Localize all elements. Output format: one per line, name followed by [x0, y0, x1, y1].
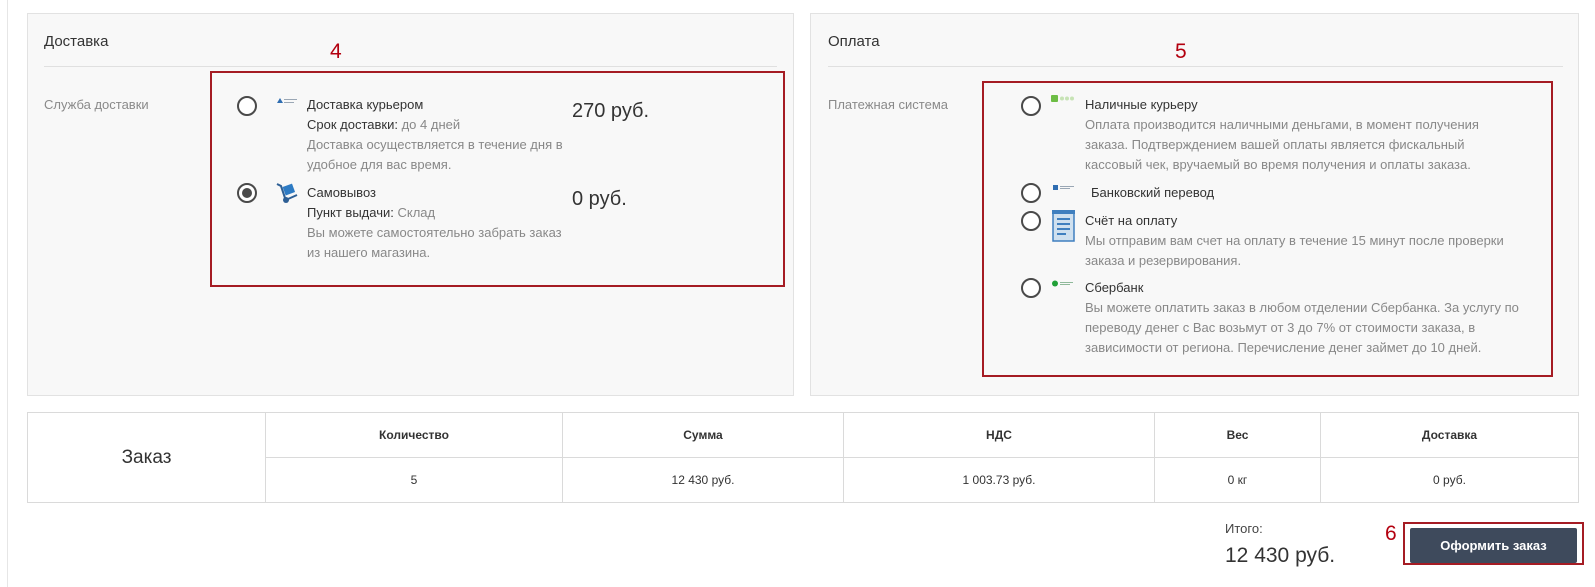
payment-system-label: Платежная система: [828, 97, 948, 112]
checkout-button[interactable]: Оформить заказ: [1410, 528, 1577, 563]
delivery-pickup-term: Пункт выдачи: Склад: [307, 205, 435, 220]
bank-transfer-icon: [1053, 185, 1074, 190]
delivery-pickup-price: 0 руб.: [572, 188, 627, 210]
order-header-vat: НДС: [843, 412, 1155, 458]
order-header-weight: Вес: [1154, 412, 1321, 458]
order-summary-table: Заказ Количество Сумма НДС Вес Доставка …: [27, 412, 1579, 503]
order-value-sum: 12 430 руб.: [562, 457, 844, 503]
delivery-courier-desc-1: Доставка осуществляется в течение дня в: [307, 137, 563, 152]
payment-sberbank-desc-1: Вы можете оплатить заказ в любом отделен…: [1085, 300, 1519, 315]
payment-invoice-desc-2: заказа и резервирования.: [1085, 253, 1242, 268]
order-value-quantity: 5: [265, 457, 563, 503]
payment-invoice-radio[interactable]: [1021, 211, 1041, 231]
payment-sberbank-radio[interactable]: [1021, 278, 1041, 298]
hand-truck-icon: [276, 183, 298, 203]
payment-bank-title: Банковский перевод: [1091, 185, 1215, 200]
delivery-pickup-term-label: Пункт выдачи:: [307, 205, 394, 220]
delivery-pickup-radio[interactable]: [237, 183, 257, 203]
delivery-pickup-term-value: Склад: [397, 205, 436, 220]
delivery-service-label: Служба доставки: [44, 97, 149, 112]
delivery-courier-term-label: Срок доставки:: [307, 117, 398, 132]
delivery-pickup-desc-1: Вы можете самостоятельно забрать заказ: [307, 225, 562, 240]
order-value-vat: 1 003.73 руб.: [843, 457, 1155, 503]
payment-annotation-number: 5: [1175, 40, 1187, 63]
delivery-title: Доставка: [44, 33, 109, 50]
order-header-row: Заказ Количество Сумма НДС Вес Доставка: [27, 412, 1579, 503]
payment-cash-desc-1: Оплата производится наличными деньгами, …: [1085, 117, 1479, 132]
payment-invoice-desc-1: Мы отправим вам счет на оплату в течение…: [1085, 233, 1504, 248]
sberbank-icon: [1052, 280, 1073, 287]
checkout-annotation-number: 6: [1385, 522, 1397, 545]
payment-cash-radio[interactable]: [1021, 96, 1041, 116]
total-value: 12 430 руб.: [1225, 544, 1336, 567]
delivery-courier-title: Доставка курьером: [307, 97, 424, 112]
payment-cash-desc-2: заказа. Подтверждением вашей оплаты явля…: [1085, 137, 1465, 152]
payment-title-separator: [828, 66, 1563, 67]
delivery-pickup-desc-2: из нашего магазина.: [307, 245, 431, 260]
delivery-pickup-title: Самовывоз: [307, 185, 376, 200]
payment-cash-title: Наличные курьеру: [1085, 97, 1198, 112]
payment-title: Оплата: [828, 33, 880, 50]
payment-sberbank-title: Сбербанк: [1085, 280, 1144, 295]
delivery-annotation-number: 4: [330, 40, 342, 63]
delivery-courier-term-value: до 4 дней: [401, 117, 461, 132]
payment-invoice-title: Счёт на оплату: [1085, 213, 1178, 228]
delivery-courier-term: Срок доставки: до 4 дней: [307, 117, 460, 132]
order-header-sum: Сумма: [562, 412, 844, 458]
delivery-courier-radio[interactable]: [237, 96, 257, 116]
total-label: Итого:: [1225, 521, 1263, 536]
courier-logo-icon: [277, 98, 297, 103]
order-value-delivery: 0 руб.: [1320, 457, 1579, 503]
order-value-weight: 0 кг: [1154, 457, 1321, 503]
cash-icon: [1051, 95, 1074, 102]
order-title: Заказ: [27, 412, 266, 503]
payment-bank-radio[interactable]: [1021, 183, 1041, 203]
order-header-delivery: Доставка: [1320, 412, 1579, 458]
payment-sberbank-desc-2: переводу денег с Вас возьмут от 3 до 7% …: [1085, 320, 1476, 335]
payment-sberbank-desc-3: зависимости от региона. Перечисление ден…: [1085, 340, 1482, 355]
invoice-icon: [1052, 210, 1075, 242]
delivery-courier-price: 270 руб.: [572, 100, 650, 122]
left-edge-divider: [0, 0, 8, 587]
delivery-title-separator: [44, 66, 777, 67]
order-header-quantity: Количество: [265, 412, 563, 458]
payment-cash-desc-3: кассовый чек, вручаемый во время получен…: [1085, 157, 1471, 172]
delivery-courier-desc-2: удобное для вас время.: [307, 157, 452, 172]
